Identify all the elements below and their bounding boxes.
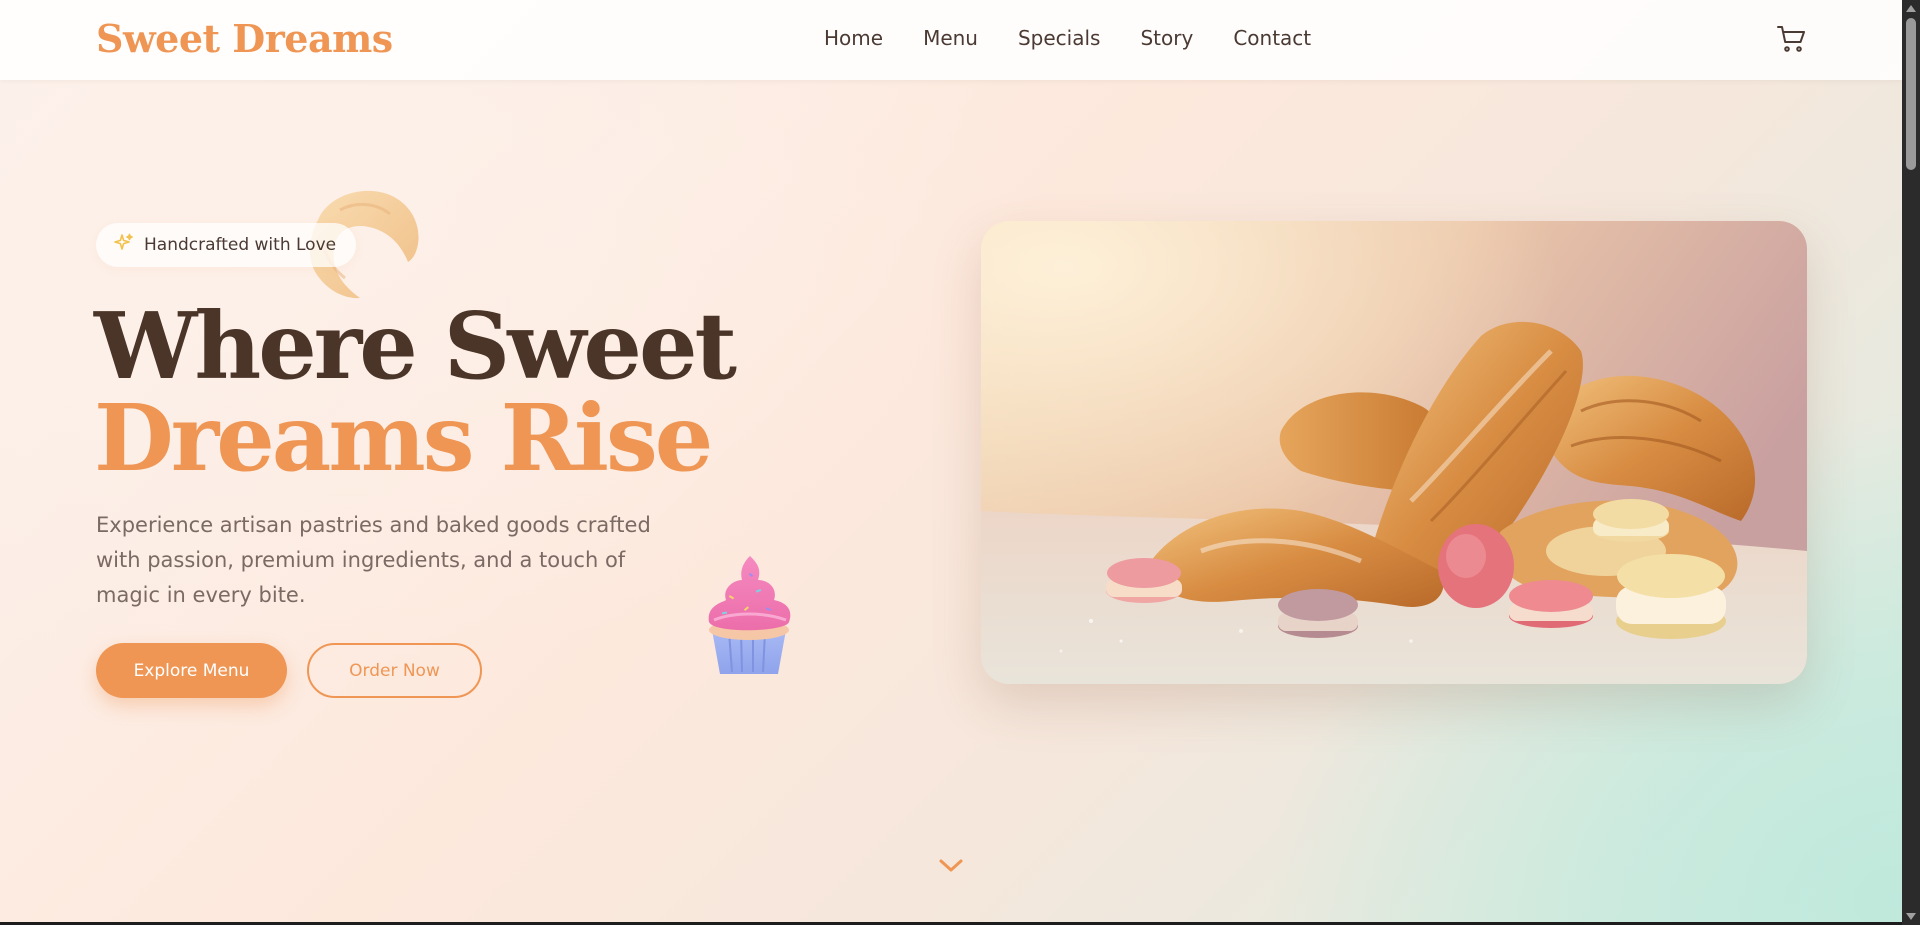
scroll-up-icon[interactable]	[1906, 5, 1916, 12]
page: Sweet Dreams Home Menu Specials Story Co…	[0, 0, 1902, 925]
nav-home[interactable]: Home	[824, 26, 883, 50]
hero-image	[981, 221, 1807, 684]
hero-title-line1: Where Sweet	[94, 292, 737, 400]
scroll-down-icon[interactable]	[1906, 913, 1916, 920]
explore-menu-button[interactable]: Explore Menu	[96, 643, 287, 698]
page-scrollbar[interactable]	[1902, 0, 1920, 925]
site-header: Sweet Dreams Home Menu Specials Story Co…	[0, 0, 1902, 80]
order-now-button[interactable]: Order Now	[307, 643, 482, 698]
scrollbar-thumb[interactable]	[1906, 18, 1916, 170]
hero-title-line2: Dreams Rise	[94, 384, 713, 492]
badge-label: Handcrafted with Love	[144, 235, 337, 255]
cupcake-icon	[694, 550, 804, 680]
chevron-down-icon[interactable]	[936, 856, 966, 876]
hero-description: Experience artisan pastries and baked go…	[96, 513, 651, 607]
brand-logo[interactable]: Sweet Dreams	[96, 16, 393, 61]
nav-specials[interactable]: Specials	[1018, 26, 1100, 50]
sparkle-icon	[114, 233, 134, 257]
main-nav: Home Menu Specials Story Contact	[824, 26, 1351, 50]
cart-icon[interactable]	[1776, 24, 1806, 54]
nav-contact[interactable]: Contact	[1233, 26, 1311, 50]
nav-menu[interactable]: Menu	[923, 26, 978, 50]
hero-badge: Handcrafted with Love	[96, 223, 357, 267]
nav-story[interactable]: Story	[1140, 26, 1193, 50]
